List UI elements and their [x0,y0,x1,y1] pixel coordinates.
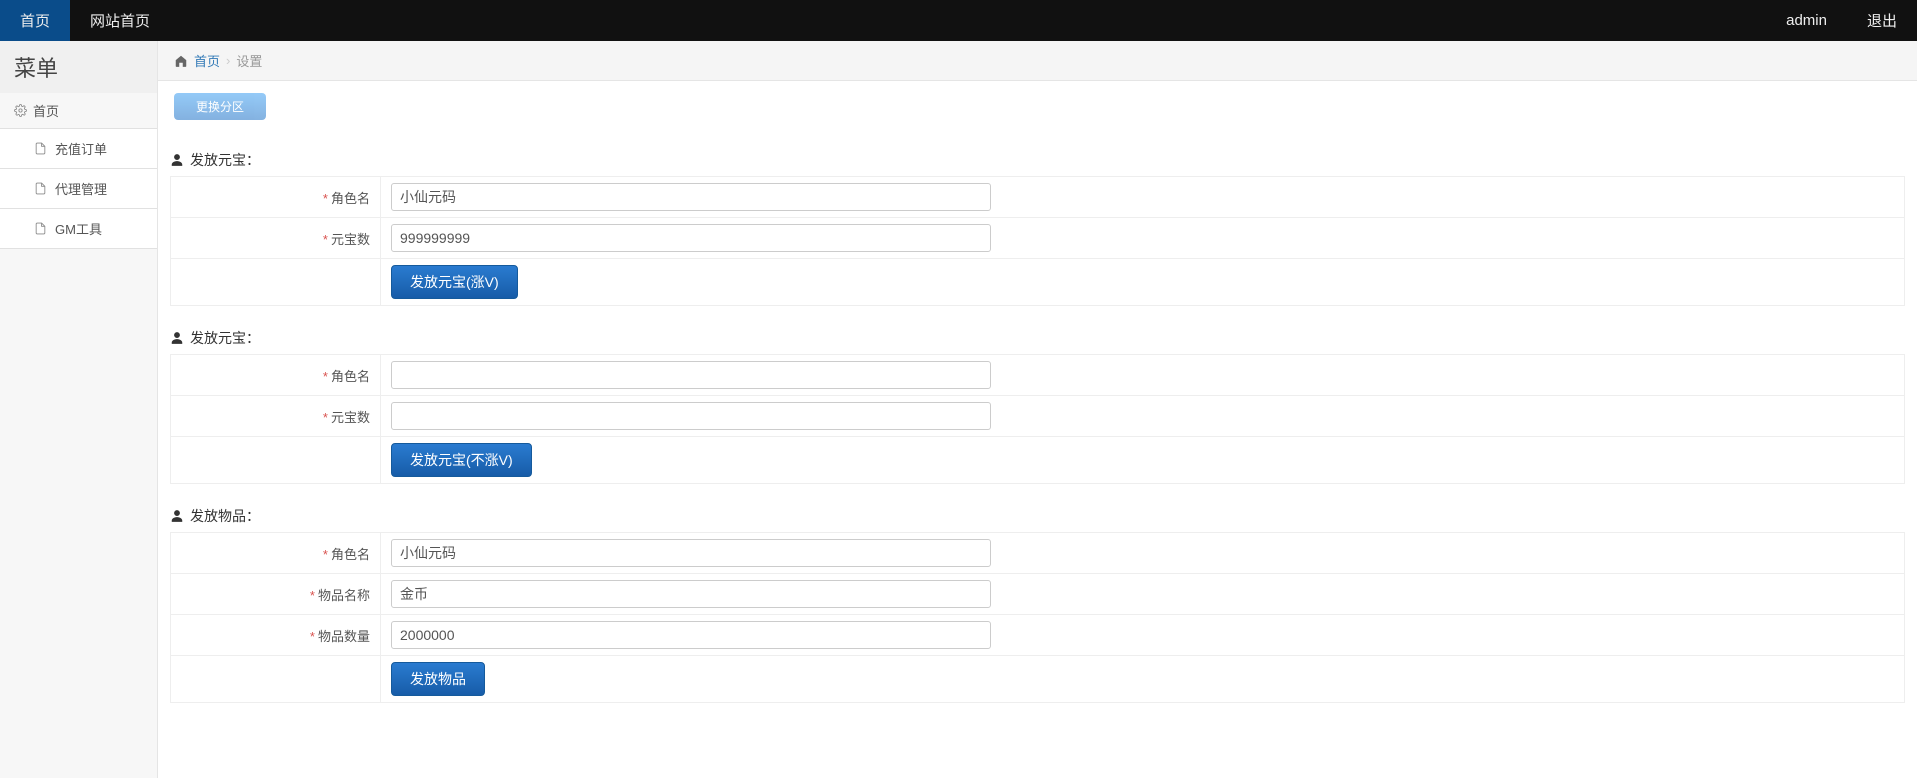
input-count-yb-v[interactable] [391,224,991,252]
label-item-name: 物品名称 [318,588,370,603]
input-count-yb-nv[interactable] [391,402,991,430]
file-icon [34,222,47,235]
button-send-yb-v[interactable]: 发放元宝(涨V) [391,265,518,299]
sidebar-item-recharge-orders[interactable]: 充值订单 [0,129,157,169]
nav-home[interactable]: 首页 [0,0,70,41]
user-icon [170,331,184,345]
sidebar-title: 菜单 [0,41,157,93]
sidebar-section-label: 首页 [33,101,59,120]
section-head-yb-nv: 发放元宝： [170,322,1905,354]
sidebar-item-gm-tools[interactable]: GM工具 [0,209,157,249]
input-item-qty[interactable] [391,621,991,649]
label-role: 角色名 [331,547,370,562]
section-head-item: 发放物品： [170,500,1905,532]
sidebar-item-label: 代理管理 [55,179,107,198]
label-item-qty: 物品数量 [318,629,370,644]
form-item: *角色名 *物品名称 *物品数量 发放物品 [170,532,1905,703]
sidebar-item-label: GM工具 [55,219,102,238]
content: 首页 › 设置 更换分区 发放元宝： *角色名 *元宝数 [158,41,1917,778]
label-role: 角色名 [331,369,370,384]
breadcrumb-sep: › [226,53,230,68]
input-item-name[interactable] [391,580,991,608]
breadcrumb-current: 设置 [236,51,262,70]
nav-logout[interactable]: 退出 [1847,0,1917,41]
user-icon [170,509,184,523]
sidebar: 菜单 首页 充值订单 代理管理 GM工具 [0,41,158,778]
label-count: 元宝数 [331,410,370,425]
breadcrumb-home[interactable]: 首页 [194,51,220,70]
section-head-yb-v: 发放元宝： [170,144,1905,176]
section-title: 发放元宝： [190,328,260,348]
input-role-yb-nv[interactable] [391,361,991,389]
button-send-yb-nv[interactable]: 发放元宝(不涨V) [391,443,532,477]
user-icon [170,153,184,167]
switch-zone-button[interactable]: 更换分区 [174,93,266,120]
sidebar-section-home[interactable]: 首页 [0,93,157,129]
gear-icon [14,104,27,117]
breadcrumb: 首页 › 设置 [158,41,1917,81]
sidebar-item-agent-manage[interactable]: 代理管理 [0,169,157,209]
sidebar-item-label: 充值订单 [55,139,107,158]
label-count: 元宝数 [331,232,370,247]
button-send-item[interactable]: 发放物品 [391,662,485,696]
input-role-item[interactable] [391,539,991,567]
form-yb-v: *角色名 *元宝数 发放元宝(涨V) [170,176,1905,306]
home-icon [174,54,188,68]
input-role-yb-v[interactable] [391,183,991,211]
nav-user[interactable]: admin [1766,0,1847,41]
file-icon [34,142,47,155]
label-role: 角色名 [331,191,370,206]
section-title: 发放元宝： [190,150,260,170]
topbar: 首页 网站首页 admin 退出 [0,0,1917,41]
file-icon [34,182,47,195]
section-title: 发放物品： [190,506,260,526]
nav-site-home[interactable]: 网站首页 [70,0,170,41]
form-yb-nv: *角色名 *元宝数 发放元宝(不涨V) [170,354,1905,484]
